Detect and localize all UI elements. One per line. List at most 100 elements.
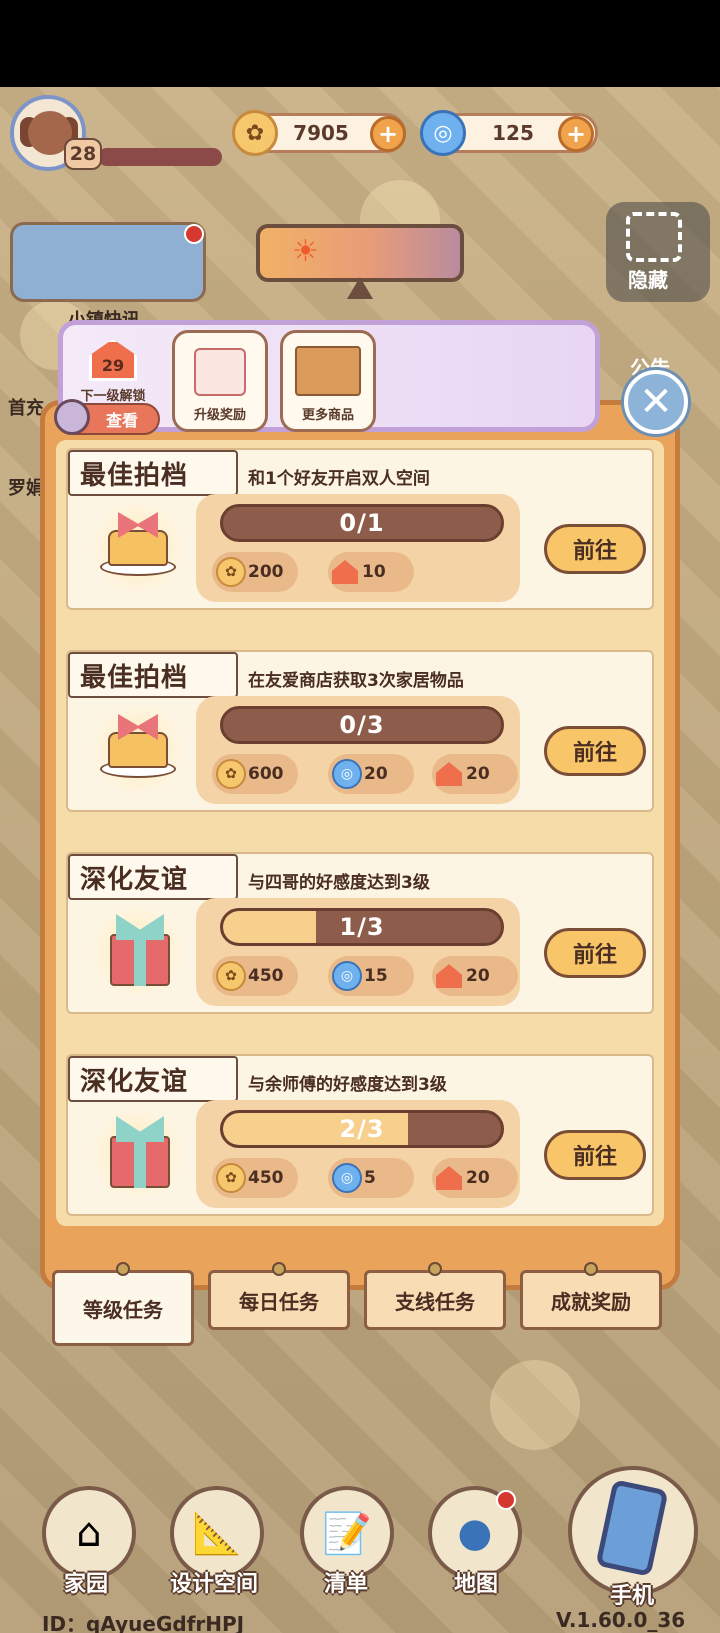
notification-dot xyxy=(496,1490,516,1510)
house-icon xyxy=(436,762,462,786)
reward-box: 0/3 ✿ 600 ◎ 20 20 xyxy=(196,696,520,804)
go-button[interactable]: 前往 xyxy=(544,928,646,978)
reward-pill: ✿ 200 xyxy=(212,552,298,592)
cake-icon xyxy=(90,500,186,596)
first-charge-label[interactable]: 首充 xyxy=(8,394,44,420)
reward-pill: 20 xyxy=(432,754,518,794)
add-gems-button[interactable]: + xyxy=(558,116,594,152)
coin-icon: ✿ xyxy=(216,759,246,789)
task-title: 最佳拍档 xyxy=(68,450,238,496)
progress-text: 1/3 xyxy=(339,913,385,941)
task-title: 最佳拍档 xyxy=(68,652,238,698)
reward-amount: 10 xyxy=(362,562,386,582)
reward-amount: 450 xyxy=(248,1168,284,1188)
cake-icon xyxy=(90,702,186,798)
reward-pill: ◎ 20 xyxy=(328,754,414,794)
reward-pill: ✿ 600 xyxy=(212,754,298,794)
coin-icon: ✿ xyxy=(216,961,246,991)
version-label: V.1.60.0_36 xyxy=(556,1608,686,1632)
weather-indicator[interactable] xyxy=(256,224,464,282)
task-card: 深化友谊 与四哥的好感度达到3级 1/3 ✿ 450 ◎ 15 20 前往 xyxy=(66,852,654,1014)
player-id: ID：qAyueGdfrHPJ xyxy=(42,1612,245,1633)
bottom-tab-3[interactable]: 成就奖励 xyxy=(520,1270,662,1330)
reward-amount: 450 xyxy=(248,966,284,986)
task-title: 深化友谊 xyxy=(68,854,238,900)
map-label: 地图 xyxy=(454,1572,499,1597)
ruler-icon: 📐 xyxy=(192,1510,242,1557)
cake-shape xyxy=(108,732,168,768)
magnifier-icon xyxy=(54,399,90,435)
upgrade-reward-label: 升级奖励 xyxy=(193,408,246,423)
news-banner[interactable] xyxy=(10,222,206,302)
reward-box: 0/1 ✿ 200 10 xyxy=(196,494,520,602)
tab-pin-icon xyxy=(584,1262,598,1276)
reward-pill: ◎ 5 xyxy=(328,1158,414,1198)
player-level: 28 xyxy=(64,138,102,170)
task-progress-bar: 2/3 xyxy=(220,1110,504,1148)
gift-bow-shape xyxy=(116,1116,164,1142)
notification-dot xyxy=(184,224,204,244)
character-label[interactable]: 罗娟 xyxy=(8,474,44,500)
gift-ribbon-shape xyxy=(134,1136,146,1188)
go-button[interactable]: 前往 xyxy=(544,1130,646,1180)
gift-ribbon-shape xyxy=(134,934,146,986)
task-progress-bar: 0/3 xyxy=(220,706,504,744)
tab-pin-icon xyxy=(272,1262,286,1276)
decor-sun xyxy=(490,1360,580,1450)
bottom-tab-0[interactable]: 等级任务 xyxy=(52,1270,194,1346)
gift-icon xyxy=(194,348,246,396)
add-coins-button[interactable]: + xyxy=(370,116,406,152)
task-description: 在友爱商店获取3次家居物品 xyxy=(248,671,464,691)
cake-shape xyxy=(108,530,168,566)
upgrade-reward-tab[interactable]: 升级奖励 xyxy=(172,330,268,432)
more-goods-tab[interactable]: 更多商品 xyxy=(280,330,376,432)
progress-text: 0/3 xyxy=(339,711,385,739)
level-house-icon: 29 xyxy=(89,339,137,381)
coin-icon: ✿ xyxy=(216,557,246,587)
reward-amount: 15 xyxy=(364,966,388,986)
house-icon: ⌂ xyxy=(76,1510,102,1556)
go-button[interactable]: 前往 xyxy=(544,524,646,574)
reward-amount: 20 xyxy=(466,966,490,986)
sun-icon: ☀ xyxy=(292,234,319,269)
gem-icon: ◎ xyxy=(332,759,362,789)
reward-amount: 200 xyxy=(248,562,284,582)
tab-pin-icon xyxy=(116,1262,130,1276)
reward-pill: ✿ 450 xyxy=(212,1158,298,1198)
task-description: 与余师傅的好感度达到3级 xyxy=(248,1075,447,1095)
task-title: 深化友谊 xyxy=(68,1056,238,1102)
house-icon xyxy=(332,560,358,584)
reward-amount: 5 xyxy=(364,1168,376,1188)
gem-icon: ◎ xyxy=(420,110,466,156)
reward-amount: 20 xyxy=(466,1168,490,1188)
list-label: 清单 xyxy=(324,1572,369,1597)
reward-pill: 10 xyxy=(328,552,414,592)
bottom-tab-1[interactable]: 每日任务 xyxy=(208,1270,350,1330)
xp-bar xyxy=(98,148,222,166)
bottom-tab-2[interactable]: 支线任务 xyxy=(364,1270,506,1330)
reward-amount: 600 xyxy=(248,764,284,784)
progress-text: 0/1 xyxy=(339,509,385,537)
task-card: 最佳拍档 和1个好友开启双人空间 0/1 ✿ 200 10 前往 xyxy=(66,448,654,610)
coin-icon: ✿ xyxy=(232,110,278,156)
more-goods-label: 更多商品 xyxy=(301,408,354,423)
task-card: 最佳拍档 在友爱商店获取3次家居物品 0/3 ✿ 600 ◎ 20 20 前往 xyxy=(66,650,654,812)
reward-box: 1/3 ✿ 450 ◎ 15 20 xyxy=(196,898,520,1006)
task-progress-bar: 1/3 xyxy=(220,908,504,946)
reward-amount: 20 xyxy=(364,764,388,784)
status-bar xyxy=(0,0,720,87)
close-button[interactable]: ✕ xyxy=(624,370,688,434)
gem-icon: ◎ xyxy=(332,961,362,991)
frame-icon xyxy=(626,212,682,262)
gift-icon xyxy=(90,904,186,1000)
reward-pill: 20 xyxy=(432,956,518,996)
go-button[interactable]: 前往 xyxy=(544,726,646,776)
weather-pointer xyxy=(347,277,373,299)
house-icon xyxy=(436,964,462,988)
gift-icon xyxy=(90,1106,186,1202)
hide-label: 隐藏 xyxy=(628,268,668,292)
reward-pill: ✿ 450 xyxy=(212,956,298,996)
house-icon xyxy=(436,1166,462,1190)
task-description: 与四哥的好感度达到3级 xyxy=(248,873,430,893)
task-description: 和1个好友开启双人空间 xyxy=(248,469,430,489)
